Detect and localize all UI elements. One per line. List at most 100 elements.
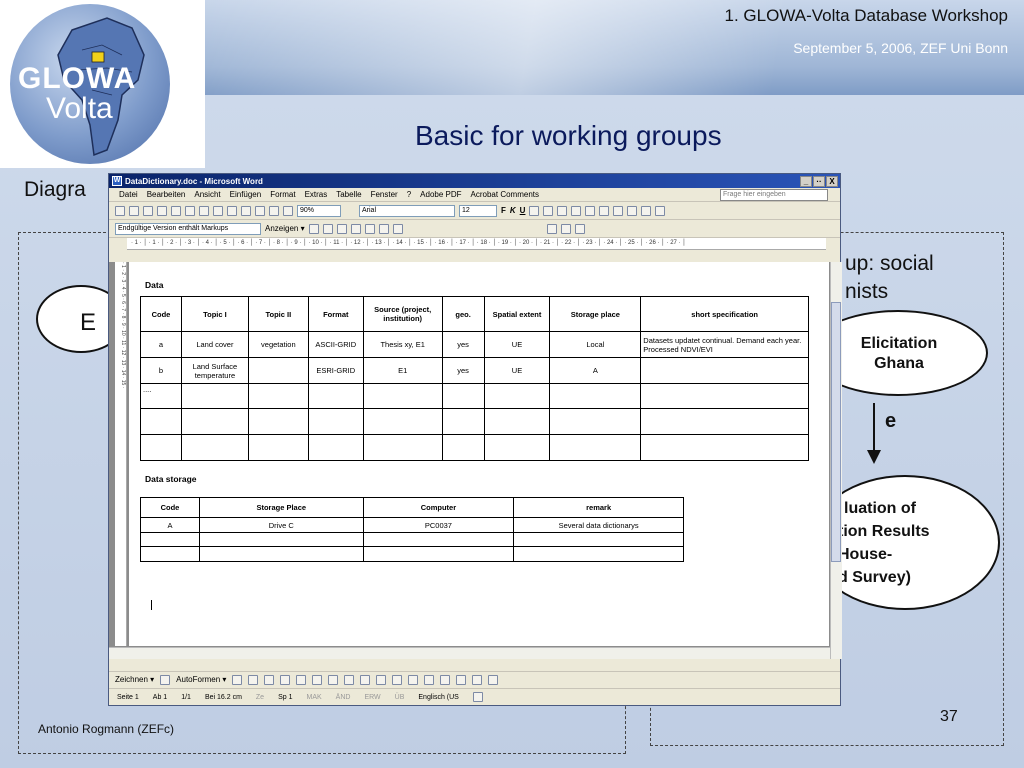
zoom-select[interactable]: 90% <box>297 204 341 217</box>
save-icon[interactable] <box>143 205 153 216</box>
menu-extras[interactable]: Extras <box>305 190 328 199</box>
align-left-icon[interactable] <box>529 205 540 216</box>
table-cell[interactable] <box>362 408 443 435</box>
table-cell[interactable] <box>640 357 809 384</box>
new-document-icon[interactable] <box>115 205 125 216</box>
table-cell[interactable]: E1 <box>362 357 443 384</box>
table-cell[interactable]: UE <box>483 357 551 384</box>
data-table[interactable]: Code Topic I Topic II Format Source (pro… <box>140 296 809 461</box>
cut-icon[interactable] <box>213 205 223 216</box>
table-cell[interactable] <box>549 408 642 435</box>
oval-icon[interactable] <box>280 674 291 685</box>
justify-icon[interactable] <box>571 205 582 216</box>
table-cell[interactable] <box>247 434 309 461</box>
menu-bearbeiten[interactable]: Bearbeiten <box>147 190 186 199</box>
italic-button[interactable]: K <box>510 206 516 215</box>
table-cell[interactable]: .... <box>140 383 182 409</box>
zeichnen-menu[interactable]: Zeichnen ▾ <box>115 675 154 684</box>
status-language[interactable]: Englisch (US <box>418 694 458 701</box>
table-cell[interactable] <box>483 383 551 409</box>
line-style-icon[interactable] <box>424 674 435 685</box>
table-cell[interactable]: ASCII-GRID <box>307 331 364 358</box>
table-cell[interactable] <box>180 434 249 461</box>
print-preview-icon[interactable] <box>185 205 195 216</box>
table-cell[interactable] <box>441 434 485 461</box>
table-cell[interactable] <box>483 408 551 435</box>
underline-button[interactable]: U <box>520 206 526 215</box>
table-cell[interactable] <box>362 434 443 461</box>
pdf-email-icon[interactable] <box>560 223 571 234</box>
storage-table[interactable]: Code Storage Place Computer remark A Dri… <box>140 497 684 562</box>
table-cell[interactable]: Land cover <box>180 331 249 358</box>
table-cell[interactable] <box>247 357 309 384</box>
autoformen-menu[interactable]: AutoFormen ▾ <box>176 675 226 684</box>
3d-icon[interactable] <box>488 674 499 685</box>
table-cell[interactable] <box>140 408 182 435</box>
indent-icon[interactable] <box>627 205 638 216</box>
table-cell[interactable]: yes <box>441 331 485 358</box>
table-cell[interactable]: Several data dictionarys <box>513 517 684 533</box>
open-folder-icon[interactable] <box>129 205 139 216</box>
next-change-icon[interactable] <box>322 223 333 234</box>
vertical-scrollbar[interactable] <box>830 262 842 659</box>
draw-font-color-icon[interactable] <box>408 674 419 685</box>
insert-comment-icon[interactable] <box>364 223 375 234</box>
restore-button[interactable]: ·· <box>813 175 825 187</box>
print-icon[interactable] <box>171 205 181 216</box>
table-cell[interactable]: Drive C <box>198 517 364 533</box>
table-cell[interactable] <box>198 546 364 562</box>
arrow-icon[interactable] <box>248 674 259 685</box>
pdf-review-icon[interactable] <box>574 223 585 234</box>
table-cell[interactable] <box>362 546 515 562</box>
table-cell[interactable] <box>307 408 364 435</box>
permission-icon[interactable] <box>157 205 167 216</box>
spelling-status-icon[interactable] <box>472 692 483 702</box>
redo-icon[interactable] <box>283 205 293 216</box>
line-color-icon[interactable] <box>392 674 403 685</box>
table-cell[interactable] <box>441 383 485 409</box>
table-cell[interactable]: Local <box>549 331 642 358</box>
align-right-icon[interactable] <box>557 205 568 216</box>
table-cell[interactable]: UE <box>483 331 551 358</box>
horizontal-scrollbar[interactable] <box>109 647 830 659</box>
status-erw[interactable]: ERW <box>364 694 380 701</box>
menu-acrobat-comments[interactable]: Acrobat Comments <box>471 190 539 199</box>
menu-einfuegen[interactable]: Einfügen <box>230 190 262 199</box>
table-cell[interactable] <box>549 383 642 409</box>
table-cell[interactable] <box>549 434 642 461</box>
horizontal-ruler[interactable]: · 1 · │ · 1 · │ · 2 · │ · 3 · │ · 4 · │ … <box>127 238 826 250</box>
clipart-icon[interactable] <box>344 674 355 685</box>
table-cell[interactable] <box>441 408 485 435</box>
line-spacing-icon[interactable] <box>585 205 596 216</box>
table-cell[interactable] <box>140 434 182 461</box>
copy-icon[interactable] <box>227 205 237 216</box>
status-and[interactable]: ÄND <box>336 694 351 701</box>
table-cell[interactable] <box>640 383 809 409</box>
table-cell[interactable] <box>307 383 364 409</box>
reviewing-pane-icon[interactable] <box>392 223 403 234</box>
menu-adobe-pdf[interactable]: Adobe PDF <box>420 190 461 199</box>
minimize-button[interactable]: _ <box>800 175 812 187</box>
table-cell[interactable] <box>483 434 551 461</box>
reject-change-icon[interactable] <box>350 223 361 234</box>
table-cell[interactable] <box>247 408 309 435</box>
word-title-bar[interactable]: W DataDictionary.doc - Microsoft Word _ … <box>109 174 840 188</box>
table-cell[interactable]: a <box>140 331 182 358</box>
undo-icon[interactable] <box>269 205 279 216</box>
diagram-icon[interactable] <box>328 674 339 685</box>
menu-ansicht[interactable]: Ansicht <box>194 190 220 199</box>
table-cell[interactable]: Land Surface temperature <box>180 357 249 384</box>
line-icon[interactable] <box>232 674 243 685</box>
menu-format[interactable]: Format <box>270 190 295 199</box>
font-size-select[interactable]: 12 <box>459 204 497 217</box>
table-cell[interactable]: b <box>140 357 182 384</box>
status-mak[interactable]: MAK <box>306 694 321 701</box>
format-painter-icon[interactable] <box>255 205 265 216</box>
table-cell[interactable] <box>307 434 364 461</box>
fill-color-icon[interactable] <box>376 674 387 685</box>
arrow-style-icon[interactable] <box>456 674 467 685</box>
status-ub[interactable]: ÜB <box>395 694 405 701</box>
bold-button[interactable]: F <box>501 206 506 215</box>
table-cell[interactable] <box>180 383 249 409</box>
bullets-icon[interactable] <box>613 205 624 216</box>
